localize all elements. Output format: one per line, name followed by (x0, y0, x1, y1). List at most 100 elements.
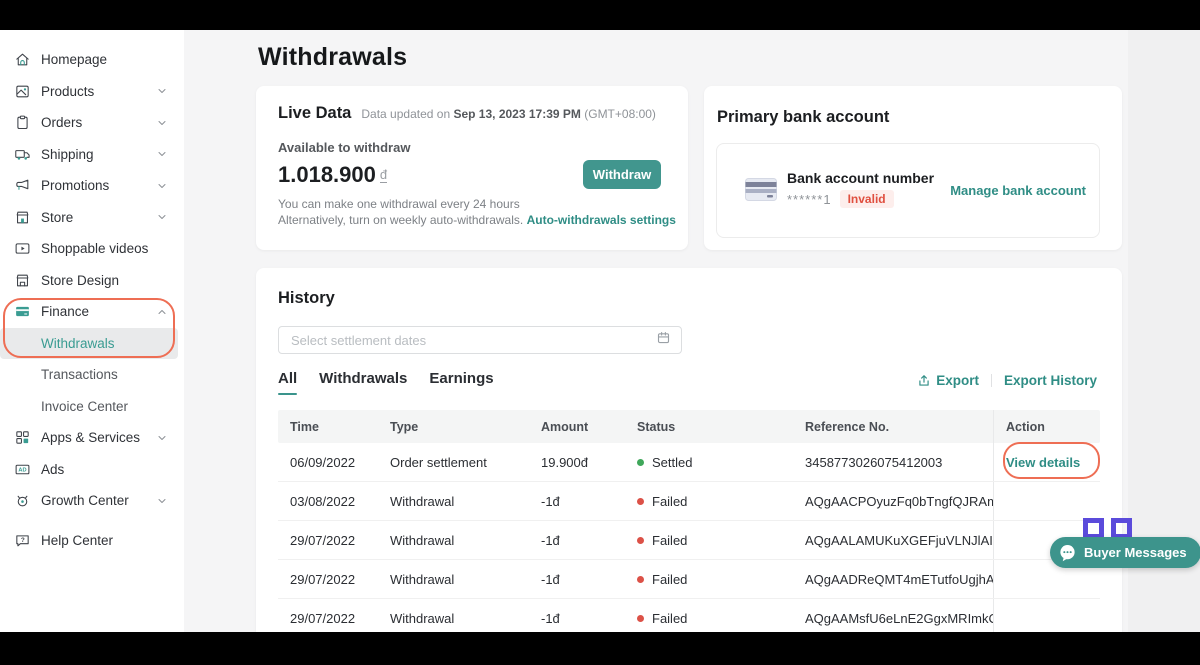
table-row: 29/07/2022Withdrawal-1đFailedAQgAADReQMT… (278, 560, 1100, 599)
sidebar-item-finance[interactable]: Finance (0, 296, 178, 328)
view-details-link[interactable]: View details (1006, 455, 1080, 470)
store-design-icon (14, 272, 31, 289)
live-data-card: Live Data Data updated on Sep 13, 2023 1… (256, 86, 688, 250)
table-body: 06/09/2022Order settlement19.900đSettled… (278, 443, 1100, 632)
table-row: 03/08/2022Withdrawal-1đFailedAQgAACPOyuz… (278, 482, 1100, 521)
sidebar-item-label: Promotions (41, 178, 156, 193)
bank-account-number-row: ******1 Invalid (787, 190, 894, 208)
sidebar-item-ads[interactable]: AD Ads (0, 454, 178, 486)
column-header-time: Time (278, 420, 378, 434)
cell-reference: AQgAALAMUKuXGEFjuVLNJlAIISID (793, 533, 993, 548)
sidebar-item-label: Shipping (41, 147, 156, 162)
cell-time: 29/07/2022 (278, 572, 378, 587)
orders-icon (14, 114, 31, 131)
promotions-icon (14, 177, 31, 194)
sidebar-item-help-center[interactable]: ?Help Center (0, 525, 178, 557)
sidebar-item-shoppable-videos[interactable]: Shoppable videos (0, 233, 178, 265)
export-button[interactable]: Export (917, 373, 979, 388)
cell-type: Order settlement (378, 455, 529, 470)
column-header-status: Status (625, 420, 793, 434)
sidebar-item-transactions[interactable]: Transactions (0, 359, 178, 391)
auto-withdrawals-settings-link[interactable]: Auto-withdrawals settings (527, 213, 676, 227)
sidebar-item-label: Products (41, 84, 156, 99)
bank-card-icon (745, 178, 777, 206)
store-icon (14, 209, 31, 226)
chat-bubble-icon (1058, 543, 1077, 562)
export-history-button[interactable]: Export History (1004, 373, 1097, 388)
manage-bank-account-link[interactable]: Manage bank account (950, 183, 1086, 198)
buyer-messages-button[interactable]: Buyer Messages (1050, 537, 1200, 568)
sidebar-item-label: Ads (41, 462, 168, 477)
cell-type: Withdrawal (378, 611, 529, 626)
growth-icon (14, 492, 31, 509)
column-header-action: Action (993, 410, 1100, 443)
tab-withdrawals[interactable]: Withdrawals (319, 370, 407, 395)
sidebar-item-label: Finance (41, 304, 156, 319)
column-header-type: Type (378, 420, 529, 434)
cell-action (993, 482, 1100, 520)
page-title: Withdrawals (258, 43, 407, 72)
tab-earnings[interactable]: Earnings (429, 370, 493, 395)
currency-symbol: đ (380, 167, 387, 183)
sidebar-item-store-design[interactable]: Store Design (0, 265, 178, 297)
sidebar-item-label: Store Design (41, 273, 168, 288)
buyer-messages-label: Buyer Messages (1084, 545, 1187, 560)
chevron-up-icon (156, 306, 168, 318)
svg-text:AD: AD (18, 467, 26, 473)
chevron-down-icon (156, 180, 168, 192)
video-icon (14, 240, 31, 257)
cell-status: Settled (625, 455, 793, 470)
cell-status: Failed (625, 533, 793, 548)
live-data-title: Live Data (278, 104, 351, 123)
status-dot-failed (637, 576, 644, 583)
primary-bank-account-card: Primary bank account Bank account number… (704, 86, 1122, 250)
cell-status: Failed (625, 611, 793, 626)
calendar-icon[interactable] (656, 330, 671, 350)
history-card: History AllWithdrawalsEarnings Export (256, 268, 1122, 632)
sidebar-item-label: Shoppable videos (41, 241, 168, 256)
sidebar-item-label: Transactions (41, 367, 168, 382)
column-header-amount: Amount (529, 420, 625, 434)
chevron-down-icon (156, 117, 168, 129)
ads-icon: AD (14, 461, 31, 478)
settlement-date-input[interactable] (289, 332, 656, 349)
table-row: 29/07/2022Withdrawal-1đFailedAQgAALAMUKu… (278, 521, 1100, 560)
svg-text:?: ? (21, 537, 25, 544)
sidebar-item-growth-center[interactable]: Growth Center (0, 485, 178, 517)
tab-all[interactable]: All (278, 370, 297, 395)
sidebar-item-withdrawals[interactable]: Withdrawals (0, 328, 178, 360)
bank-account-box: Bank account number ******1 Invalid Mana… (716, 143, 1100, 238)
chevron-down-icon (156, 495, 168, 507)
export-controls: Export Export History (917, 373, 1097, 388)
bank-account-number-label: Bank account number (787, 170, 934, 186)
invalid-status-badge: Invalid (840, 190, 894, 208)
withdraw-button[interactable]: Withdraw (583, 160, 661, 189)
settlement-date-picker[interactable] (278, 326, 682, 354)
table-row: 06/09/2022Order settlement19.900đSettled… (278, 443, 1100, 482)
cell-amount: -1đ (529, 533, 625, 548)
withdrawal-note-1: You can make one withdrawal every 24 hou… (278, 197, 520, 211)
sidebar-item-invoice-center[interactable]: Invoice Center (0, 391, 178, 423)
cell-amount: -1đ (529, 572, 625, 587)
status-dot-settled (637, 459, 644, 466)
bank-account-masked: ******1 (787, 192, 832, 207)
cell-type: Withdrawal (378, 494, 529, 509)
sidebar-item-shipping[interactable]: Shipping (0, 139, 178, 171)
cell-action: View details (993, 443, 1100, 481)
sidebar-item-homepage[interactable]: Homepage (0, 44, 178, 76)
table-row: 29/07/2022Withdrawal-1đFailedAQgAAMsfU6e… (278, 599, 1100, 632)
status-dot-failed (637, 498, 644, 505)
available-amount: 1.018.900đ (278, 162, 387, 188)
sidebar-item-products[interactable]: Products (0, 76, 178, 108)
cell-status: Failed (625, 572, 793, 587)
sidebar-nav: Homepage Products Orders Shipping Promotions… (0, 44, 184, 556)
chevron-down-icon (156, 211, 168, 223)
sidebar-item-apps-services[interactable]: Apps & Services (0, 422, 178, 454)
chevron-down-icon (156, 432, 168, 444)
cell-time: 06/09/2022 (278, 455, 378, 470)
cell-type: Withdrawal (378, 533, 529, 548)
cell-amount: -1đ (529, 494, 625, 509)
sidebar-item-orders[interactable]: Orders (0, 107, 178, 139)
sidebar-item-promotions[interactable]: Promotions (0, 170, 178, 202)
sidebar-item-store[interactable]: Store (0, 202, 178, 234)
